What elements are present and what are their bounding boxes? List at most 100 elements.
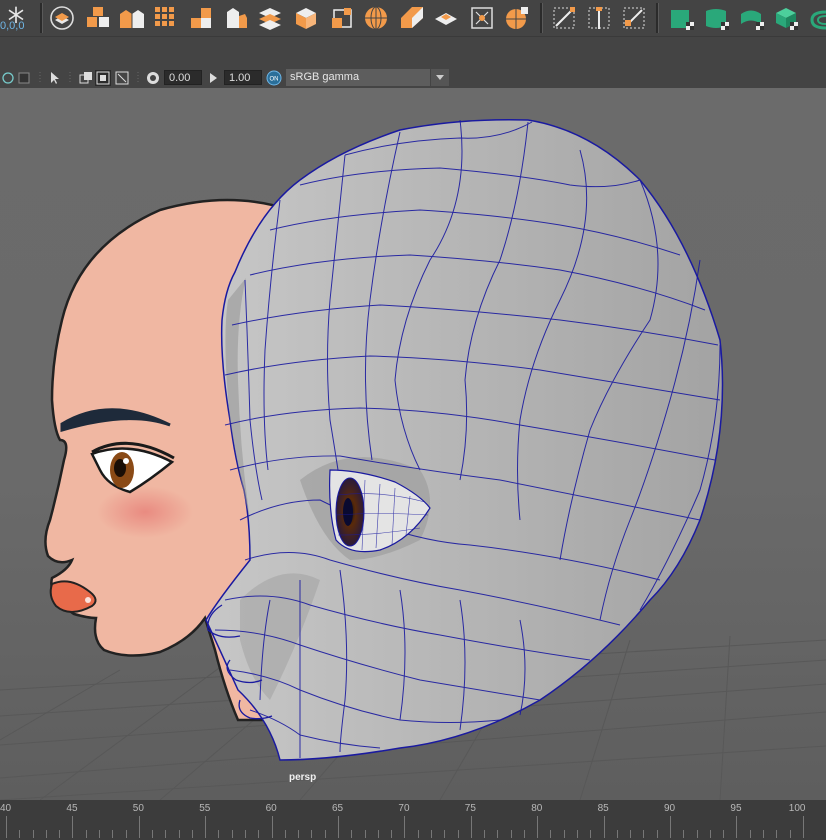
grid-icon[interactable] xyxy=(152,4,180,32)
exposure-icon[interactable] xyxy=(145,70,161,86)
bridge-icon[interactable] xyxy=(432,4,460,32)
coordinate-readout: 0,0,0 xyxy=(0,20,25,32)
timeline-tick-label: 95 xyxy=(730,803,742,814)
timeline-tick-label: 90 xyxy=(664,803,676,814)
timeline-minor-tick xyxy=(245,830,247,838)
plane-layers-icon[interactable] xyxy=(256,4,284,32)
timeline-minor-tick xyxy=(391,830,393,838)
timeline-major-tick xyxy=(138,816,140,838)
timeline-minor-tick xyxy=(656,830,658,838)
cube-combine-icon[interactable] xyxy=(188,4,216,32)
timeline-major-tick xyxy=(6,816,7,838)
timeline-minor-tick xyxy=(696,830,698,838)
cube-separate-icon[interactable] xyxy=(222,4,250,32)
timeline-minor-tick xyxy=(298,830,300,838)
colorspace-value: sRGB gamma xyxy=(290,71,360,83)
timeline-minor-tick xyxy=(125,830,127,838)
timeline-minor-tick xyxy=(444,830,446,838)
green-curve-icon[interactable] xyxy=(806,4,826,32)
timeline-minor-tick xyxy=(364,830,366,838)
isolate-icon[interactable] xyxy=(0,70,16,86)
timeline-minor-tick xyxy=(457,830,459,838)
timeline-minor-tick xyxy=(32,830,34,838)
timeline-tick-label: 55 xyxy=(199,803,211,814)
target-weld-icon[interactable] xyxy=(620,4,648,32)
timeline-minor-tick xyxy=(218,830,220,838)
camera-label: persp xyxy=(289,772,317,783)
timeline-minor-tick xyxy=(577,830,579,838)
sphere-grid-icon[interactable] xyxy=(503,4,531,32)
timeline-major-tick xyxy=(670,816,671,838)
timeline-tick-label: 75 xyxy=(464,803,476,814)
xray-icon[interactable] xyxy=(16,70,32,86)
green-shell-icon[interactable] xyxy=(703,4,731,32)
timeline-minor-tick xyxy=(351,830,353,838)
timeline-major-tick xyxy=(72,816,74,838)
cube-split-icon[interactable] xyxy=(84,4,112,32)
timeline-tick-label: 100 xyxy=(788,803,806,814)
timeline-tick-label: 40 xyxy=(0,803,12,814)
frame-gate-icon[interactable] xyxy=(95,70,111,86)
green-cube-check-icon[interactable] xyxy=(772,4,800,32)
cube-mirror-icon[interactable] xyxy=(118,4,146,32)
timeline-minor-tick xyxy=(377,830,379,838)
insert-edge-icon[interactable] xyxy=(585,4,613,32)
timeline-minor-tick xyxy=(523,830,525,838)
divider-icon xyxy=(130,70,146,86)
timeline-tick-label: 70 xyxy=(398,803,410,814)
timeline-major-tick xyxy=(271,816,273,838)
sphere-icon[interactable] xyxy=(362,4,390,32)
timeline-tick-label: 45 xyxy=(66,803,78,814)
gamma-field[interactable]: 1.00 xyxy=(224,70,262,85)
timeline-minor-tick xyxy=(749,830,751,838)
timeline-minor-tick xyxy=(550,830,552,838)
field-chart-icon[interactable] xyxy=(114,70,130,86)
bevel-icon[interactable] xyxy=(398,4,426,32)
timeline-minor-tick xyxy=(563,830,565,838)
timeline-minor-tick xyxy=(59,830,61,838)
chevron-down-icon xyxy=(430,69,449,86)
green-tube-icon[interactable] xyxy=(738,4,766,32)
colorspace-dropdown[interactable]: sRGB gamma xyxy=(286,69,449,86)
timeline-minor-tick xyxy=(165,830,167,838)
exposure-field[interactable]: 0.00 xyxy=(164,70,202,85)
resolution-gate-icon[interactable] xyxy=(78,70,94,86)
cube-open-icon[interactable] xyxy=(292,4,320,32)
timeline-minor-tick xyxy=(112,830,114,838)
viewport-persp[interactable]: persp xyxy=(0,88,826,800)
timeline-major-tick xyxy=(338,816,339,838)
timeline-minor-tick xyxy=(231,830,233,838)
color-management-toggle[interactable]: ON xyxy=(266,70,282,86)
timeline-minor-tick xyxy=(510,830,512,838)
divider-icon xyxy=(62,70,78,86)
timeline-minor-tick xyxy=(590,830,592,838)
panel-menu-bar xyxy=(0,48,826,68)
timeline-minor-tick xyxy=(762,830,764,838)
snowflake-icon[interactable] xyxy=(2,2,26,23)
green-cube-icon[interactable] xyxy=(668,4,696,32)
shelf-separator xyxy=(656,3,659,33)
timeline-minor-tick xyxy=(324,830,326,838)
timeline-minor-tick xyxy=(430,830,432,838)
timeline-minor-tick xyxy=(258,830,260,838)
timeline-minor-tick xyxy=(178,830,180,838)
timeline-minor-tick xyxy=(497,830,499,838)
select-arrow-icon[interactable] xyxy=(46,70,62,86)
gamma-icon[interactable] xyxy=(206,70,222,86)
circle-plane-icon[interactable] xyxy=(48,4,76,32)
timeline-minor-tick xyxy=(630,830,632,838)
timeline-minor-tick xyxy=(417,830,419,838)
cube-extract-icon[interactable] xyxy=(328,4,356,32)
shelf-separator xyxy=(540,3,543,33)
time-slider[interactable]: 40 45 50 55 60 65 70 75 80 85 90 95 100 xyxy=(0,800,826,840)
timeline-minor-tick xyxy=(284,830,286,838)
timeline-minor-tick xyxy=(776,830,778,838)
timeline-minor-tick xyxy=(45,830,47,838)
timeline-minor-tick xyxy=(616,830,618,838)
target-icon[interactable] xyxy=(468,4,496,32)
color-management-badge: ON xyxy=(270,77,279,83)
timeline-minor-tick xyxy=(19,830,21,838)
timeline-tick-label: 50 xyxy=(132,803,144,814)
timeline-major-tick xyxy=(404,816,406,838)
multi-cut-icon[interactable] xyxy=(550,4,578,32)
